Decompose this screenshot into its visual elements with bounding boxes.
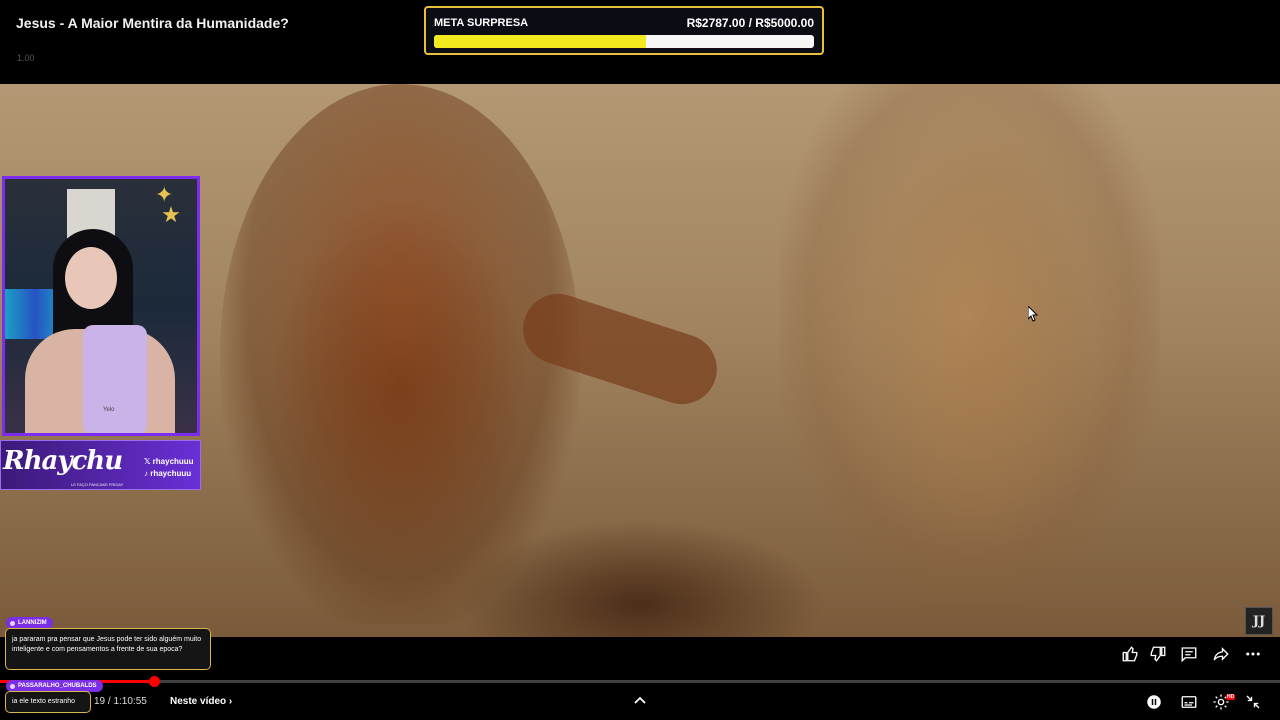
time-display: 19 / 1:10:55 [94, 696, 147, 707]
pause-icon[interactable] [1145, 693, 1163, 711]
channel-watermark[interactable]: JJ [1245, 607, 1273, 635]
comments-icon[interactable] [1180, 645, 1198, 663]
chevron-up-icon[interactable] [634, 695, 646, 705]
brand-handle-x: 𝕏 rhaychuuu [144, 457, 194, 466]
hd-badge: HD [1226, 694, 1236, 700]
goal-progress-track [434, 35, 814, 48]
playback-speed-label: 1.00 [17, 53, 35, 63]
exit-fullscreen-icon[interactable] [1244, 693, 1262, 711]
goal-amount: R$2787.00 / R$5000.00 [686, 16, 814, 30]
more-icon[interactable] [1244, 645, 1262, 663]
cup-label: Yelo [103, 407, 115, 413]
webcam-cup: Yelo [83, 325, 147, 433]
brand-subline: LE FAÇO PANCAKE FRIDAY [71, 482, 124, 487]
progress-bar[interactable] [0, 676, 1280, 687]
goal-title: META SURPRESA [434, 17, 529, 29]
chat-username-1-text: LANNIZIM [18, 620, 47, 626]
chat-message-1-text: ja pararam pra pensar que Jesus pode ter… [12, 636, 202, 653]
chapter-button[interactable]: Neste vídeo › [170, 696, 232, 707]
like-icon[interactable] [1121, 645, 1139, 663]
chat-username-2-text: PASSARALHO_CHUBALDS [18, 683, 97, 689]
video-title[interactable]: Jesus - A Maior Mentira da Humanidade? [16, 15, 289, 31]
chat-message-2-text: ia ele texto estranho [12, 698, 76, 705]
sparkle-stars-icon: ✦ ★ [155, 182, 181, 227]
brand-handle-tiktok-text: rhaychuuu [150, 469, 192, 478]
chat-message-1: ja pararam pra pensar que Jesus pode ter… [5, 628, 211, 670]
webcam-person-face [65, 247, 117, 309]
webcam-overlay: Yelo ✦ ★ [2, 176, 200, 436]
chevron-right-icon: › [228, 696, 233, 707]
mouse-cursor-icon [1028, 306, 1038, 322]
brand-handle-x-text: rhaychuuu [152, 457, 194, 466]
captions-icon[interactable] [1180, 693, 1198, 711]
brand-handle-tiktok: ♪ rhaychuuu [144, 469, 192, 478]
chat-message-2: ia ele texto estranho [5, 691, 91, 713]
share-icon[interactable] [1212, 645, 1230, 663]
chat-badge-icon [10, 683, 15, 689]
brand-name: Rhaychu [3, 446, 123, 476]
chapter-label: Neste vídeo [170, 696, 227, 707]
progress-thumb[interactable] [148, 676, 160, 687]
donation-goal-widget: META SURPRESA R$2787.00 / R$5000.00 [424, 6, 824, 55]
fresco-figure-left [220, 84, 580, 624]
goal-progress-fill [434, 35, 646, 48]
fresco-figure-right [780, 84, 1160, 604]
streamer-brand-banner: Rhaychu LE FAÇO PANCAKE FRIDAY 𝕏 rhaychu… [0, 440, 201, 490]
dislike-icon[interactable] [1149, 645, 1167, 663]
chat-badge-icon [10, 620, 15, 626]
